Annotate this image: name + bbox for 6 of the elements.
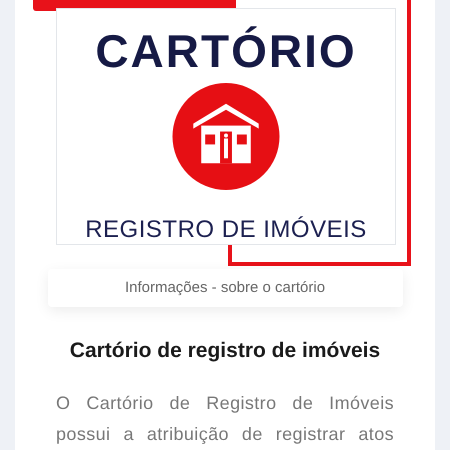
intro-paragraph: O Cartório de Registro de Imóveis possui a atribuição de registrar atos bbox=[56, 392, 394, 446]
logo-subtitle: REGISTRO DE IMÓVEIS bbox=[85, 216, 367, 244]
info-tab[interactable]: Informações - sobre o cartório bbox=[48, 269, 402, 306]
section-heading: Cartório de registro de imóveis bbox=[70, 338, 380, 364]
house-logo-icon bbox=[171, 82, 281, 191]
logo-title: CARTÓRIO bbox=[95, 26, 357, 76]
